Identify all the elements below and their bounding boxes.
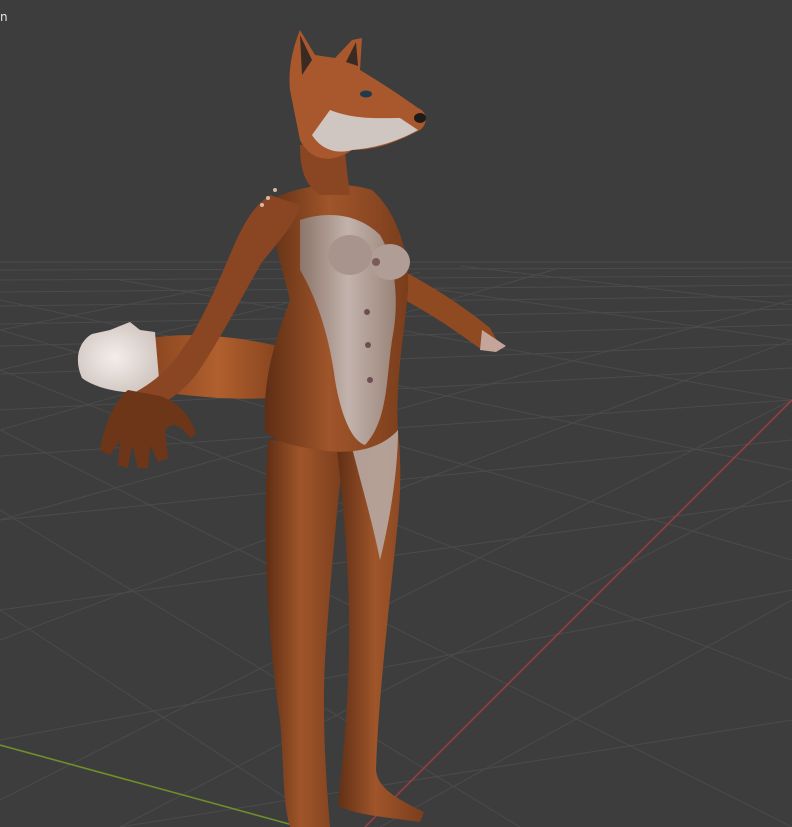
nose bbox=[414, 113, 426, 123]
fox-character-model[interactable] bbox=[0, 0, 792, 827]
right-arm bbox=[395, 268, 506, 352]
chest-left bbox=[328, 235, 372, 275]
viewport-overlay-text: n bbox=[0, 10, 8, 24]
head bbox=[289, 30, 426, 195]
legs bbox=[265, 430, 424, 827]
eye bbox=[360, 90, 372, 98]
3d-viewport[interactable]: n bbox=[0, 0, 792, 827]
